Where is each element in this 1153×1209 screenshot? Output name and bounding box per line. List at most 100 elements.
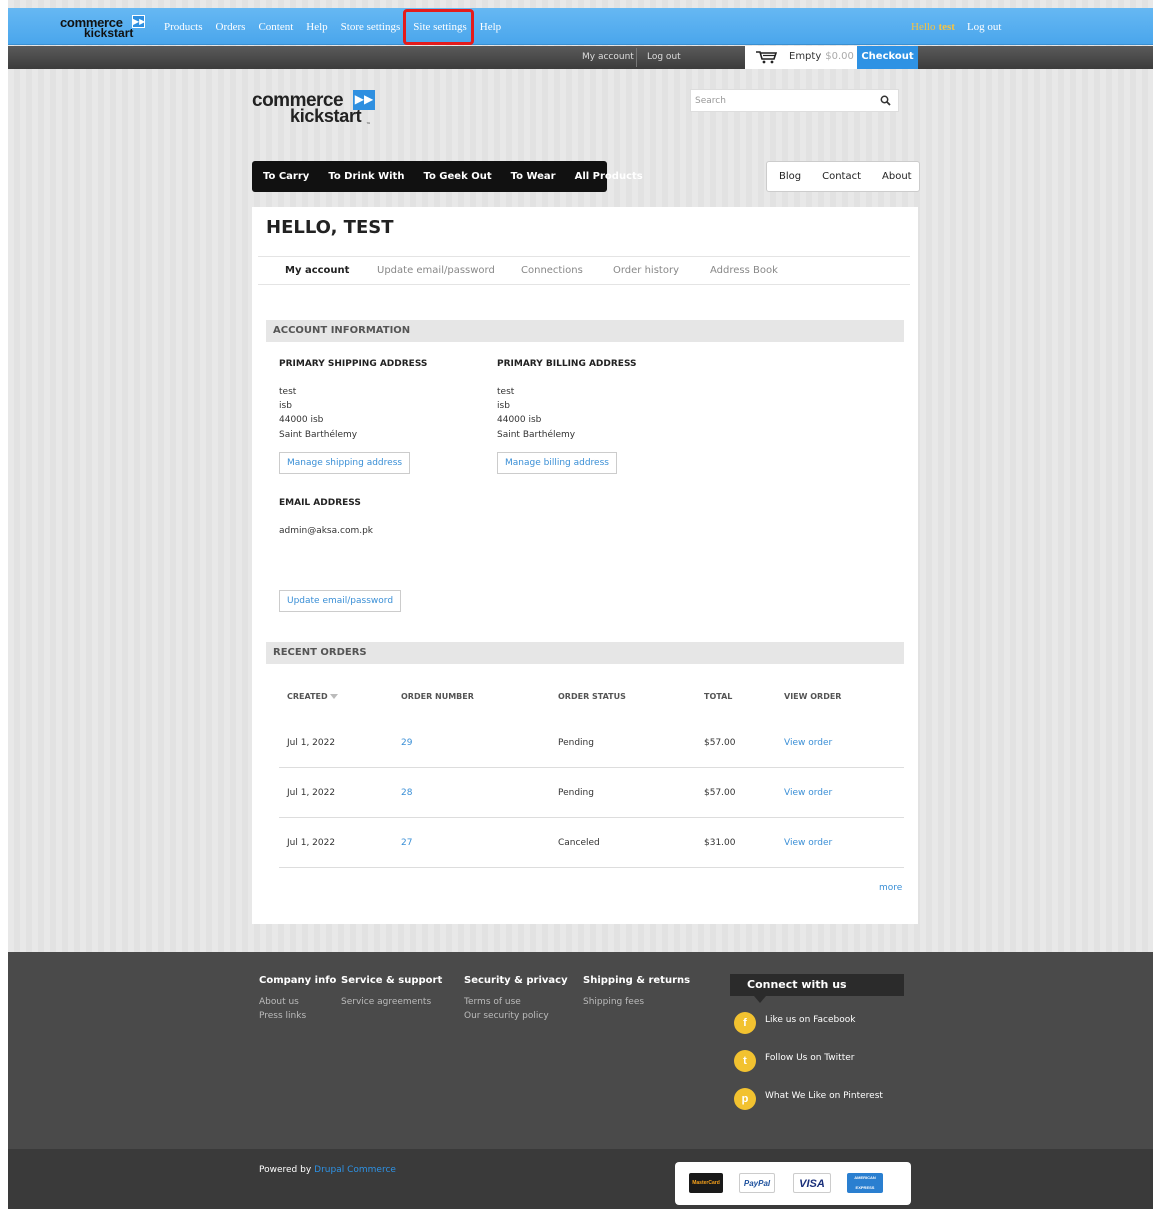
nav-contact[interactable]: Contact xyxy=(822,171,861,182)
nav-blog[interactable]: Blog xyxy=(779,171,801,182)
nav-to-wear[interactable]: To Wear xyxy=(511,171,556,182)
main-nav: To Carry To Drink With To Geek Out To We… xyxy=(252,161,643,192)
table-row: Jul 1, 2022 28 Pending $57.00 View order xyxy=(279,768,904,818)
footer-heading-service-support: Service & support xyxy=(341,975,443,986)
account-panel: HELLO, TEST My account Update email/pass… xyxy=(252,207,918,924)
footer: Company info About us Press links Servic… xyxy=(8,952,1153,1149)
search-box xyxy=(690,89,899,112)
admin-menu-products[interactable]: Products xyxy=(164,21,203,33)
mastercard-icon: MasterCard xyxy=(689,1173,723,1193)
sort-descending-icon xyxy=(330,694,339,699)
billing-address-line: isb xyxy=(497,401,510,411)
footer-heading-shipping-returns: Shipping & returns xyxy=(583,975,691,986)
order-total: $57.00 xyxy=(704,788,736,798)
order-number-link[interactable]: 27 xyxy=(401,818,412,868)
secondary-nav: Blog Contact About xyxy=(766,161,920,192)
admin-logo[interactable]: commerce kickstart ▶▶ xyxy=(60,15,148,41)
tab-order-history[interactable]: Order history xyxy=(613,257,679,284)
admin-logo-line2: kickstart xyxy=(84,26,134,40)
order-status: Pending xyxy=(558,788,594,798)
billing-address-line: test xyxy=(497,387,515,397)
admin-menu-content[interactable]: Content xyxy=(258,21,293,33)
nav-about[interactable]: About xyxy=(882,171,912,182)
nav-to-carry[interactable]: To Carry xyxy=(263,171,309,182)
fast-forward-icon: ▶▶ xyxy=(132,15,146,28)
cart-amount: $0.00 xyxy=(825,51,854,62)
user-bar: My account Log out Empty $0.00 Checkout xyxy=(8,46,1153,69)
order-total: $57.00 xyxy=(704,738,736,748)
footer-link-about-us[interactable]: About us xyxy=(259,997,299,1007)
powered-by: Powered by Drupal Commerce xyxy=(259,1165,396,1175)
nav-to-geek-out[interactable]: To Geek Out xyxy=(423,171,491,182)
checkout-button[interactable]: Checkout xyxy=(857,46,918,69)
social-label: Follow Us on Twitter xyxy=(765,1053,855,1063)
table-row: Jul 1, 2022 29 Pending $57.00 View order xyxy=(279,718,904,768)
admin-username-link[interactable]: test xyxy=(938,21,955,33)
trademark-mark: ™ xyxy=(366,122,371,128)
tab-address-book[interactable]: Address Book xyxy=(710,257,778,284)
site-logo-line2: kickstart xyxy=(290,106,362,126)
billing-address-line: Saint Barthélemy xyxy=(497,430,576,440)
admin-menu-store-settings[interactable]: Store settings xyxy=(341,21,401,33)
shipping-address-line: test xyxy=(279,387,297,397)
email-address-value: admin@aksa.com.pk xyxy=(279,526,373,536)
shipping-address-line: 44000 isb xyxy=(279,415,324,425)
nav-to-drink-with[interactable]: To Drink With xyxy=(328,171,404,182)
cart-empty-label: Empty xyxy=(789,51,822,62)
search-input[interactable] xyxy=(691,90,871,111)
admin-toolbar: commerce kickstart ▶▶ Products Orders Co… xyxy=(8,8,1153,45)
admin-menu-help-2[interactable]: Help xyxy=(480,21,501,33)
view-order-link[interactable]: View order xyxy=(784,818,832,868)
view-order-link[interactable]: View order xyxy=(784,718,832,768)
social-label: What We Like on Pinterest xyxy=(765,1091,883,1101)
drupal-commerce-link[interactable]: Drupal Commerce xyxy=(314,1165,396,1175)
view-order-link[interactable]: View order xyxy=(784,768,832,818)
footer-link-press-links[interactable]: Press links xyxy=(259,1011,306,1021)
admin-logout-link[interactable]: Log out xyxy=(967,21,1002,33)
facebook-icon: f xyxy=(734,1012,756,1034)
order-number-link[interactable]: 28 xyxy=(401,768,412,818)
cart-summary[interactable]: Empty $0.00 xyxy=(745,46,858,69)
my-account-link[interactable]: My account xyxy=(582,46,634,69)
shipping-address-heading: PRIMARY SHIPPING ADDRESS xyxy=(279,359,428,369)
column-header-order-status[interactable]: ORDER STATUS xyxy=(558,692,626,701)
admin-menu-help[interactable]: Help xyxy=(306,21,327,33)
pinterest-icon: p xyxy=(734,1088,756,1110)
bottom-bar: Powered by Drupal Commerce MasterCard Pay… xyxy=(8,1149,1153,1209)
shipping-address-line: Saint Barthélemy xyxy=(279,430,358,440)
tab-my-account[interactable]: My account xyxy=(285,257,349,284)
manage-shipping-address-button[interactable]: Manage shipping address xyxy=(279,452,411,474)
manage-billing-address-button[interactable]: Manage billing address xyxy=(497,452,617,474)
footer-link-service-agreements[interactable]: Service agreements xyxy=(341,997,431,1007)
more-orders-link[interactable]: more xyxy=(879,883,902,893)
order-status: Canceled xyxy=(558,838,600,848)
order-created: Jul 1, 2022 xyxy=(287,738,336,748)
footer-link-security-policy[interactable]: Our security policy xyxy=(464,1011,549,1021)
page-frame: commerce kickstart ▶▶ Products Orders Co… xyxy=(8,0,1153,1209)
column-header-order-number[interactable]: ORDER NUMBER xyxy=(401,692,474,701)
footer-link-terms-of-use[interactable]: Terms of use xyxy=(464,997,521,1007)
update-email-password-button[interactable]: Update email/password xyxy=(279,590,402,612)
footer-link-shipping-fees[interactable]: Shipping fees xyxy=(583,997,644,1007)
page-title: HELLO, TEST xyxy=(266,217,394,238)
table-row: Jul 1, 2022 27 Canceled $31.00 View orde… xyxy=(279,818,904,868)
column-header-created-label: CREATED xyxy=(287,692,328,701)
cart-status: Empty $0.00 xyxy=(789,46,854,67)
admin-menu-site-settings[interactable]: Site settings xyxy=(403,8,475,45)
column-header-created[interactable]: CREATED xyxy=(287,692,339,701)
nav-all-products[interactable]: All Products xyxy=(575,171,643,182)
payment-methods: MasterCard PayPal VISA AMERICAN EXPRESS xyxy=(675,1162,911,1205)
fast-forward-icon: ▶▶ xyxy=(353,90,375,110)
user-logout-link[interactable]: Log out xyxy=(647,46,681,69)
column-header-total[interactable]: TOTAL xyxy=(704,692,732,701)
admin-menu-orders[interactable]: Orders xyxy=(216,21,246,33)
site-logo[interactable]: commerce kickstart ▶▶ ™ xyxy=(252,90,382,130)
recent-orders-heading: RECENT ORDERS xyxy=(273,647,367,658)
billing-address-line: 44000 isb xyxy=(497,415,542,425)
tab-update-email-password[interactable]: Update email/password xyxy=(377,257,495,284)
shipping-address-line: isb xyxy=(279,401,292,411)
recent-orders-header: RECENT ORDERS xyxy=(266,642,904,664)
search-icon[interactable] xyxy=(880,95,891,106)
tab-connections[interactable]: Connections xyxy=(521,257,583,284)
order-number-link[interactable]: 29 xyxy=(401,718,412,768)
